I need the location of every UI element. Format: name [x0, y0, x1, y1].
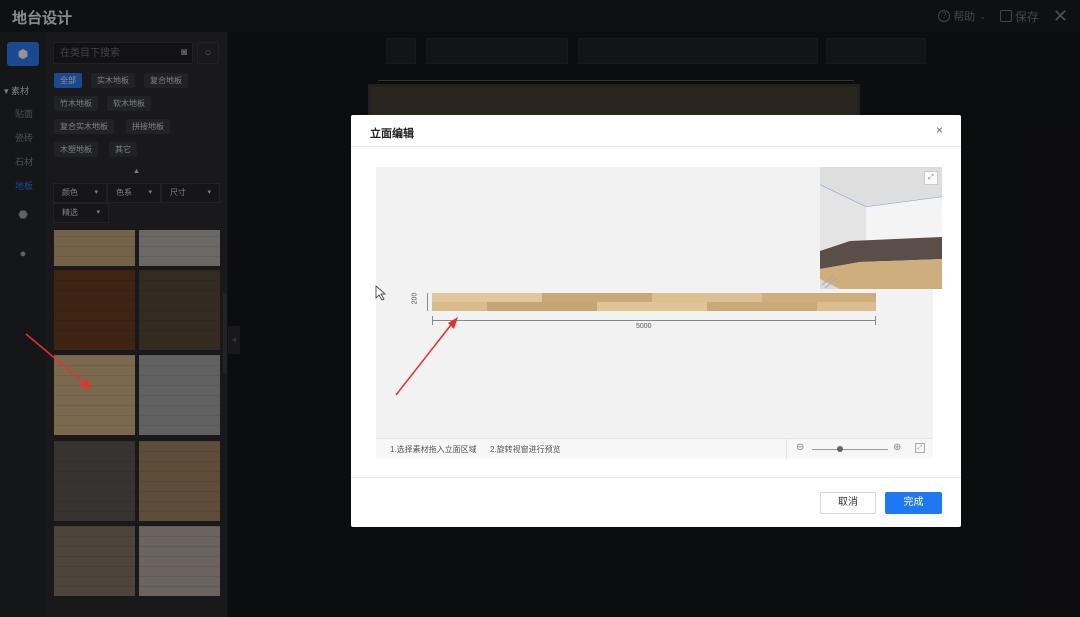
close-icon[interactable]: × — [936, 123, 943, 137]
zoom-in-icon[interactable]: ⊕ — [893, 442, 901, 453]
elevation-stage[interactable]: 200 5000 ⤢ — [375, 167, 942, 438]
floor-strip[interactable] — [432, 293, 876, 311]
fit-view-icon[interactable]: ⤢ — [915, 443, 925, 453]
stage-footer: 1.选择素材拖入立面区域 2.旋转视窗进行预览 ⊖ ⊕ ⤢ — [376, 438, 933, 459]
mouse-cursor-icon — [375, 285, 387, 301]
annotation-arrow-icon — [25, 333, 92, 389]
3d-preview[interactable]: ⤢ — [820, 167, 942, 289]
room-preview-image — [820, 167, 942, 289]
done-button[interactable]: 完成 — [885, 492, 942, 514]
height-dimension-label: 200 — [411, 292, 419, 305]
height-dimension-line — [427, 293, 428, 311]
width-dimension-line — [432, 320, 876, 321]
dialog-footer-divider — [351, 477, 961, 478]
dialog-header: 立面编辑 × — [351, 115, 961, 147]
expand-preview-icon[interactable]: ⤢ — [924, 171, 938, 185]
annotation-arrow-icon — [395, 317, 458, 396]
zoom-out-icon[interactable]: ⊖ — [796, 442, 804, 453]
zoom-slider-handle[interactable] — [837, 446, 843, 452]
cancel-button[interactable]: 取消 — [820, 492, 876, 514]
zoom-slider[interactable] — [812, 449, 888, 450]
zoom-control: ⊖ ⊕ ⤢ — [786, 439, 933, 459]
elevation-edit-dialog: 立面编辑 × 200 5000 ⤢ 1.选择素材拖入立面区域 2.旋转视窗进行预… — [351, 115, 961, 527]
hint-rotate-preview: 2.旋转视窗进行预览 — [490, 445, 561, 454]
width-dimension-label: 5000 — [636, 323, 652, 330]
width-dimension-tick — [875, 316, 876, 325]
dialog-title: 立面编辑 — [370, 128, 414, 140]
hint-drag-material: 1.选择素材拖入立面区域 — [390, 445, 477, 454]
